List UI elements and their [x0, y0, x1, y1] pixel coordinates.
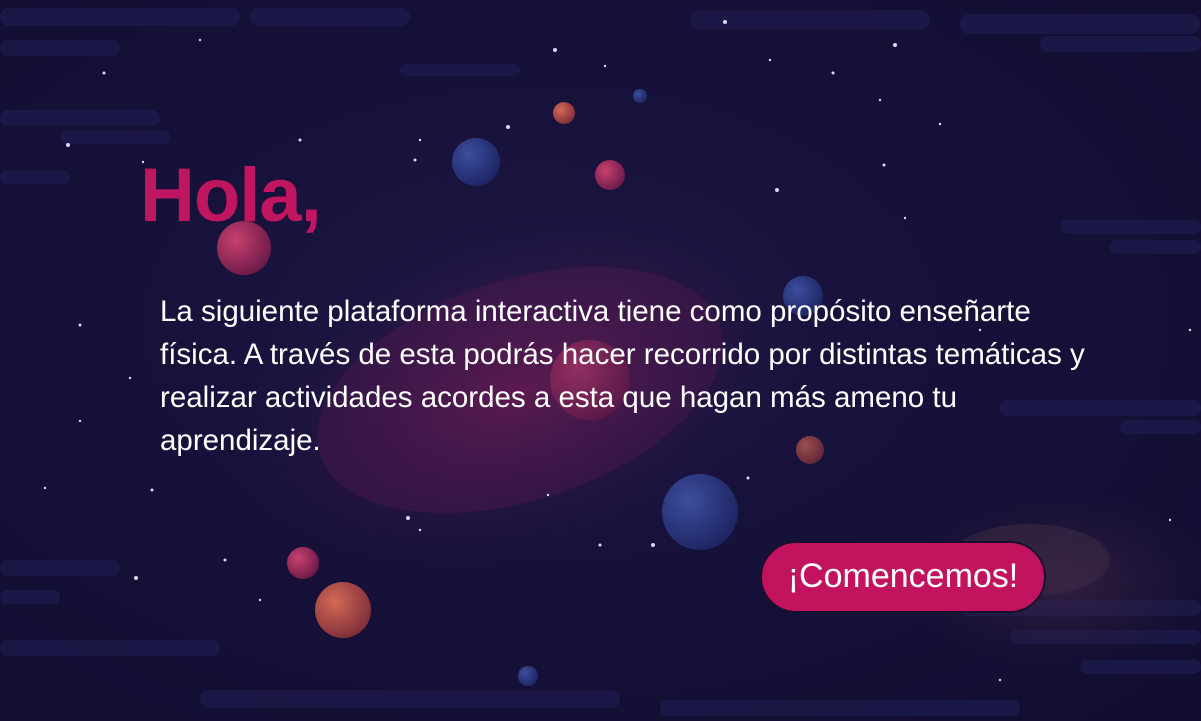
start-button[interactable]: ¡Comencemos! — [760, 541, 1046, 613]
greeting-title: Hola, — [140, 153, 322, 238]
welcome-screen: Hola, La siguiente plataforma interactiv… — [0, 0, 1201, 721]
intro-paragraph: La siguiente plataforma interactiva tien… — [160, 295, 1085, 457]
